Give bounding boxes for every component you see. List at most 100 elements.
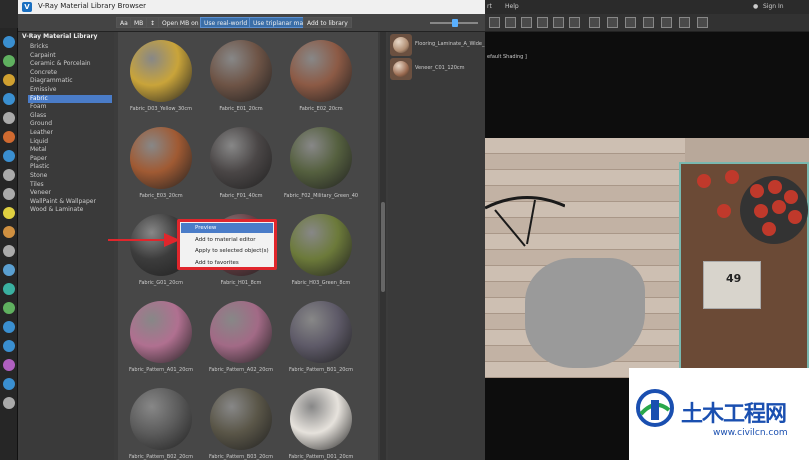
thumbnail-size-slider[interactable]: [430, 19, 478, 27]
host-tool-icon[interactable]: [3, 112, 15, 124]
toolbar-icon-10[interactable]: [643, 17, 654, 28]
menu-item-help[interactable]: Help: [505, 3, 519, 10]
material-preview-sphere[interactable]: [210, 301, 272, 363]
host-tool-icon[interactable]: [3, 169, 15, 181]
tree-item-wallpaint-wallpaper[interactable]: WallPaint & Wallpaper: [28, 198, 112, 206]
material-preview-sphere[interactable]: [130, 127, 192, 189]
host-tool-icon[interactable]: [3, 55, 15, 67]
tree-item-diagrammatic[interactable]: Diagrammatic: [28, 77, 112, 85]
host-tool-icon[interactable]: [3, 378, 15, 390]
material-preview-sphere[interactable]: [210, 388, 272, 450]
tree-item-metal[interactable]: Metal: [28, 146, 112, 154]
tree-item-emissive[interactable]: Emissive: [28, 86, 112, 94]
tree-item-leather[interactable]: Leather: [28, 129, 112, 137]
toolbar-icon-6[interactable]: [569, 17, 580, 28]
material-tile[interactable]: Fabric_E01_20cm: [204, 36, 276, 120]
recent-thumbnail[interactable]: [390, 34, 412, 56]
tree-item-liquid[interactable]: Liquid: [28, 138, 112, 146]
tree-item-ceramic-porcelain[interactable]: Ceramic & Porcelain: [28, 60, 112, 68]
material-tile[interactable]: Fabric_Pattern_B02_20cm: [124, 384, 196, 460]
recent-thumbnail[interactable]: [390, 58, 412, 80]
material-tile[interactable]: Fabric_H03_Green_8cm: [284, 210, 356, 294]
tree-item-veneer[interactable]: Veneer: [28, 189, 112, 197]
host-tool-icon[interactable]: [3, 74, 15, 86]
toolbar-icon-11[interactable]: [661, 17, 672, 28]
annotation-arrow-icon: [108, 233, 180, 247]
toolbar-icon-7[interactable]: [589, 17, 600, 28]
material-preview-sphere[interactable]: [210, 127, 272, 189]
viewport-label[interactable]: efault Shading ]: [487, 54, 527, 60]
toolbar-icon-9[interactable]: [625, 17, 636, 28]
tree-item-wood-laminate[interactable]: Wood & Laminate: [28, 206, 112, 214]
recent-material-item[interactable]: Flooring_Laminate_A_Wide_...: [390, 34, 489, 56]
host-tool-icon[interactable]: [3, 207, 15, 219]
tree-item-ground[interactable]: Ground: [28, 120, 112, 128]
tree-item-tiles[interactable]: Tiles: [28, 181, 112, 189]
tree-item-fabric[interactable]: Fabric: [28, 94, 112, 103]
material-preview-sphere[interactable]: [210, 40, 272, 102]
material-preview-sphere[interactable]: [290, 127, 352, 189]
toolbar-icon-1[interactable]: [489, 17, 500, 28]
host-tool-icon[interactable]: [3, 340, 15, 352]
menu-item-rt[interactable]: rt: [487, 3, 492, 10]
material-tile[interactable]: Fabric_E02_20cm: [284, 36, 356, 120]
tree-item-plastic[interactable]: Plastic: [28, 163, 112, 171]
material-preview-sphere[interactable]: [290, 214, 352, 276]
tree-item-carpaint[interactable]: Carpaint: [28, 52, 112, 60]
material-preview-sphere[interactable]: [130, 301, 192, 363]
tree-root[interactable]: V-Ray Material Library: [22, 33, 97, 40]
sign-in-link[interactable]: Sign In: [763, 3, 784, 10]
material-tile[interactable]: Fabric_Pattern_D01_20cm: [284, 384, 356, 460]
host-tool-icon[interactable]: [3, 131, 15, 143]
toolbar-icon-5[interactable]: [553, 17, 564, 28]
host-tool-icon[interactable]: [3, 397, 15, 409]
material-preview-sphere[interactable]: [130, 40, 192, 102]
material-preview-sphere[interactable]: [130, 388, 192, 450]
user-icon[interactable]: ●: [753, 3, 758, 10]
material-preview-sphere[interactable]: [290, 388, 352, 450]
grid-scrollbar[interactable]: [380, 32, 386, 460]
toolbar-icon-3[interactable]: [521, 17, 532, 28]
host-tool-icon[interactable]: [3, 283, 15, 295]
host-tool-icon[interactable]: [3, 302, 15, 314]
tree-item-stone[interactable]: Stone: [28, 172, 112, 180]
add-to-library-button[interactable]: Add to library: [303, 17, 352, 28]
material-tile[interactable]: Fabric_Pattern_B01_20cm: [284, 297, 356, 381]
mb-button[interactable]: MB: [130, 17, 148, 28]
material-tile[interactable]: Fabric_Pattern_B03_20cm: [204, 384, 276, 460]
host-tool-icon[interactable]: [3, 36, 15, 48]
tree-item-glass[interactable]: Glass: [28, 112, 112, 120]
material-tile[interactable]: Fabric_Pattern_A02_20cm: [204, 297, 276, 381]
toolbar-icon-8[interactable]: [607, 17, 618, 28]
material-preview-sphere[interactable]: [290, 301, 352, 363]
material-tile[interactable]: Fabric_Pattern_A01_20cm: [124, 297, 196, 381]
host-tool-icon[interactable]: [3, 321, 15, 333]
window-title: V-Ray Material Library Browser: [38, 2, 147, 10]
recent-material-item[interactable]: Veneer_C01_120cm: [390, 58, 483, 80]
host-tool-icon[interactable]: [3, 245, 15, 257]
material-tile[interactable]: Fabric_E03_20cm: [124, 123, 196, 207]
slider-knob[interactable]: [452, 19, 458, 27]
host-tool-icon[interactable]: [3, 226, 15, 238]
recent-preview-sphere: [393, 61, 409, 77]
tree-item-foam[interactable]: Foam: [28, 103, 112, 111]
toolbar-icon-2[interactable]: [505, 17, 516, 28]
host-tool-icon[interactable]: [3, 150, 15, 162]
watermark-url: www.civilcn.com: [713, 428, 788, 438]
tree-item-paper[interactable]: Paper: [28, 155, 112, 163]
host-tool-icon[interactable]: [3, 359, 15, 371]
tree-item-bricks[interactable]: Bricks: [28, 43, 112, 51]
host-tool-icon[interactable]: [3, 264, 15, 276]
toolbar-icon-13[interactable]: [697, 17, 708, 28]
scrollbar-thumb[interactable]: [381, 202, 385, 292]
material-preview-sphere[interactable]: [290, 40, 352, 102]
toolbar-icon-4[interactable]: [537, 17, 548, 28]
material-tile[interactable]: Fabric_F02_Military_Green_40cm: [284, 123, 358, 207]
host-tool-icon[interactable]: [3, 188, 15, 200]
host-tool-icon[interactable]: [3, 93, 15, 105]
material-tile[interactable]: Fabric_F01_40cm: [204, 123, 276, 207]
toolbar-icon-12[interactable]: [679, 17, 690, 28]
material-tile[interactable]: Fabric_D03_Yellow_30cm: [124, 36, 196, 120]
tree-item-concrete[interactable]: Concrete: [28, 69, 112, 77]
material-label: Fabric_Pattern_B02_20cm: [128, 454, 194, 460]
